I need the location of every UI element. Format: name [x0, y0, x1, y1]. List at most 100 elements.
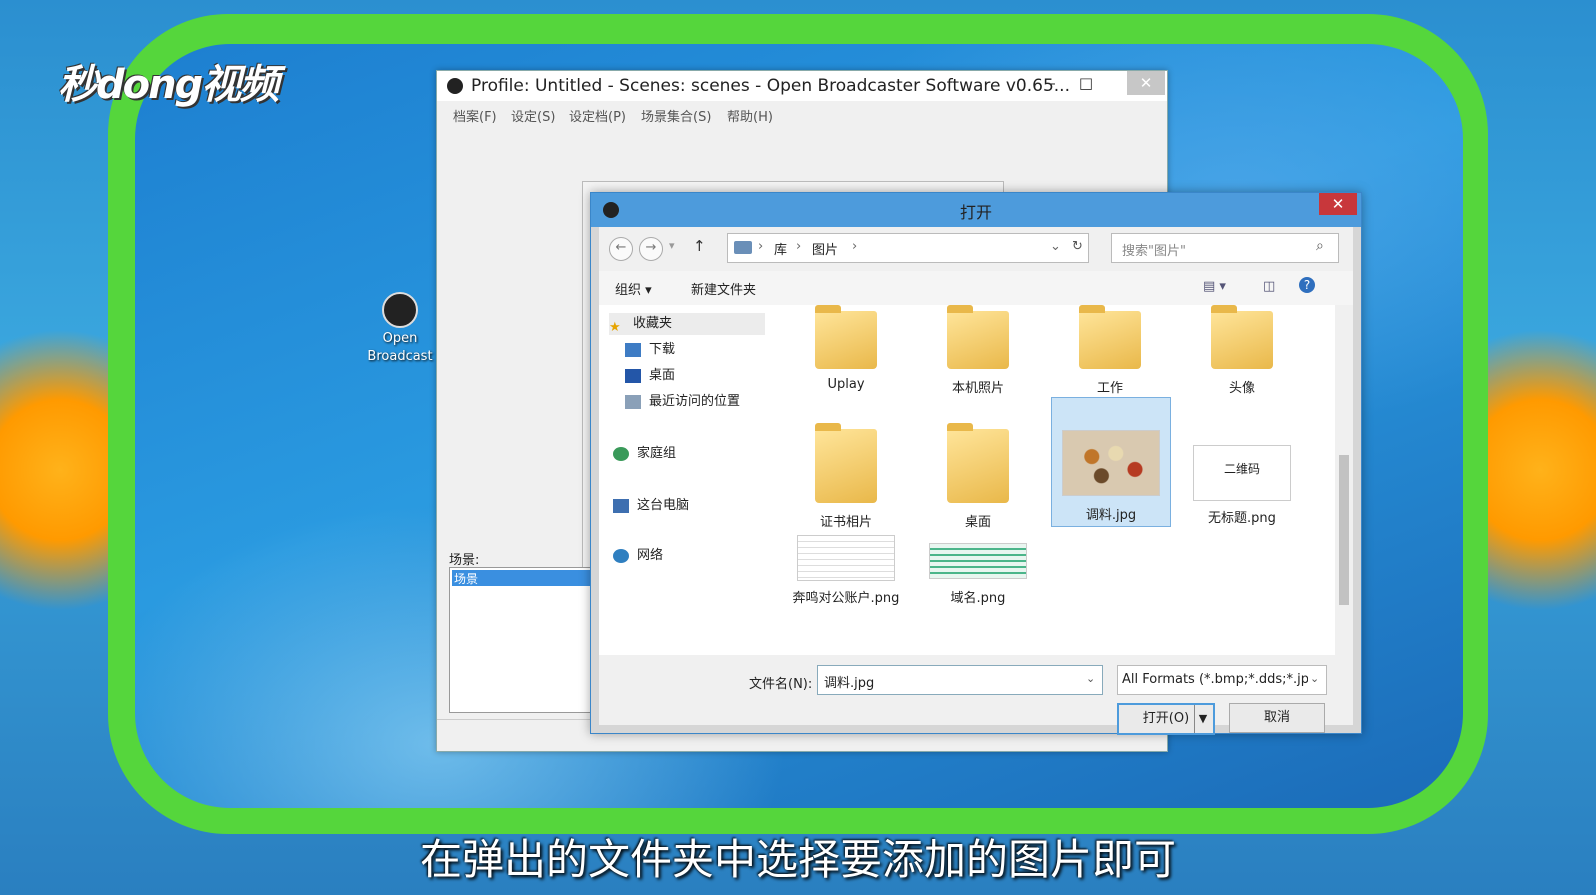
file-name: 头像	[1228, 381, 1255, 396]
menu-help[interactable]: 帮助(H)	[727, 106, 773, 125]
folder-icon	[1211, 305, 1273, 369]
scene-list[interactable]: 场景	[449, 567, 591, 713]
folder-icon	[815, 305, 877, 369]
file-item[interactable]: 二维码 无标题.png	[1183, 429, 1301, 526]
refresh-icon[interactable]: ↻	[1072, 239, 1083, 254]
file-item[interactable]: 奔鸣对公账户.png	[787, 535, 905, 606]
preview-pane-icon[interactable]: ◫	[1263, 279, 1275, 294]
nav-favorites-label: 收藏夹	[633, 316, 673, 331]
file-item[interactable]: 头像	[1183, 305, 1301, 396]
homegroup-icon	[613, 446, 629, 461]
recent-places-icon	[625, 394, 641, 409]
network-icon	[613, 548, 629, 563]
chevron-down-icon: ⌄	[1310, 672, 1320, 685]
nav-this-pc-label: 这台电脑	[637, 498, 690, 513]
nav-desktop-label: 桌面	[649, 368, 676, 383]
image-thumbnail	[797, 535, 895, 581]
nav-this-pc[interactable]: 这台电脑	[613, 495, 689, 517]
menu-file[interactable]: 档案(F)	[453, 106, 497, 125]
open-dropdown-icon[interactable]: ▼	[1194, 705, 1211, 733]
watermark-logo: 秒dong视频	[58, 62, 279, 108]
new-folder-button[interactable]: 新建文件夹	[691, 279, 756, 298]
nav-favorites[interactable]: ★ 收藏夹	[609, 313, 765, 335]
nav-recent[interactable]: 最近访问的位置	[625, 391, 740, 413]
nav-downloads-label: 下载	[649, 342, 676, 357]
file-item[interactable]: 工作	[1051, 305, 1169, 396]
search-box[interactable]: 搜索"图片" ⌕	[1111, 233, 1339, 263]
filename-value: 调料.jpg	[824, 676, 875, 691]
file-name: 工作	[1096, 381, 1123, 396]
search-placeholder: 搜索"图片"	[1122, 244, 1186, 259]
pictures-library-icon	[734, 241, 752, 254]
desktop-icon-label-1: Open	[382, 331, 418, 346]
cancel-button[interactable]: 取消	[1229, 703, 1325, 733]
minimize-icon[interactable]: –	[1037, 73, 1067, 95]
organize-button[interactable]: 组织 ▾	[615, 279, 652, 298]
obs-close-button[interactable]: ✕	[1127, 71, 1165, 95]
filename-label: 文件名(N):	[749, 677, 813, 692]
file-list-scrollbar[interactable]	[1335, 305, 1353, 655]
scene-list-item[interactable]: 场景	[452, 570, 590, 586]
dialog-close-button[interactable]: ✕	[1319, 193, 1357, 215]
menu-settings[interactable]: 设定(S)	[511, 106, 555, 125]
view-options-icon[interactable]: ▤ ▾	[1203, 279, 1226, 294]
desktop-icon-label-2: Broadcast	[367, 349, 433, 364]
desktop-icon-obs[interactable]: Open Broadcast	[365, 292, 435, 366]
help-icon[interactable]: ?	[1299, 277, 1315, 293]
open-button-label: 打开(O)	[1142, 711, 1190, 726]
file-item[interactable]: Uplay	[787, 305, 905, 392]
folder-icon	[947, 423, 1009, 503]
search-icon[interactable]: ⌕	[1316, 238, 1324, 254]
file-item[interactable]: 桌面	[919, 423, 1037, 530]
desktop-icon	[625, 368, 641, 383]
scene-label: 场景:	[449, 553, 480, 568]
file-name: 无标题.png	[1208, 511, 1276, 526]
dialog-toolbar: 组织 ▾ 新建文件夹 ▤ ▾ ◫ ?	[599, 271, 1353, 305]
folder-icon	[1079, 305, 1141, 369]
file-item-selected[interactable]: 调料.jpg	[1051, 397, 1171, 527]
star-icon: ★	[609, 319, 621, 335]
nav-downloads[interactable]: 下载	[625, 339, 675, 361]
nav-homegroup[interactable]: 家庭组	[613, 443, 676, 465]
up-icon[interactable]: ↑	[693, 237, 706, 255]
obs-logo-icon	[382, 292, 418, 328]
obs-window-title: Profile: Untitled - Scenes: scenes - Ope…	[471, 76, 1070, 96]
scrollbar-thumb[interactable]	[1339, 455, 1349, 605]
back-icon[interactable]: ←	[609, 237, 633, 261]
navigation-pane: ★ 收藏夹 下载 桌面 最近访问的位置 家庭组 这台电脑 网络	[599, 305, 775, 655]
forward-icon[interactable]: →	[639, 237, 663, 261]
image-thumbnail	[1062, 430, 1160, 496]
maximize-icon[interactable]: □	[1071, 73, 1101, 95]
file-name: Uplay	[827, 377, 865, 392]
obs-titlebar[interactable]: Profile: Untitled - Scenes: scenes - Ope…	[437, 71, 1167, 101]
chevron-down-icon[interactable]: ⌄	[1086, 672, 1095, 685]
nav-homegroup-label: 家庭组	[637, 446, 677, 461]
address-bar[interactable]: › 库 › 图片 › ⌄ ↻	[727, 233, 1089, 263]
dialog-titlebar[interactable]: 打开 ✕	[591, 193, 1361, 227]
folder-icon	[947, 305, 1009, 369]
open-file-dialog: 打开 ✕ ← → ▾ ↑ › 库 › 图片 › ⌄ ↻ 搜索"图片" ⌕ 组织 …	[590, 192, 1362, 735]
folder-icon	[815, 423, 877, 503]
computer-icon	[613, 498, 629, 513]
menu-profile[interactable]: 设定档(P)	[569, 106, 626, 125]
file-name: 调料.jpg	[1085, 508, 1137, 523]
breadcrumb-library[interactable]: 库	[774, 239, 787, 258]
file-item[interactable]: 证书相片	[787, 423, 905, 530]
nav-desktop[interactable]: 桌面	[625, 365, 675, 387]
open-button[interactable]: 打开(O) ▼	[1117, 703, 1215, 735]
file-item[interactable]: 域名.png	[919, 535, 1037, 606]
file-type-select[interactable]: All Formats (*.bmp;*.dds;*.jp ⌄	[1117, 665, 1327, 695]
breadcrumb-pictures[interactable]: 图片	[812, 239, 838, 258]
dialog-title: 打开	[959, 203, 992, 222]
dialog-body: ← → ▾ ↑ › 库 › 图片 › ⌄ ↻ 搜索"图片" ⌕ 组织 ▾ 新建文…	[599, 227, 1353, 735]
address-dropdown-icon[interactable]: ⌄	[1050, 239, 1061, 254]
nav-recent-label: 最近访问的位置	[649, 394, 741, 409]
recent-dropdown-icon[interactable]: ▾	[669, 239, 675, 252]
file-name: 奔鸣对公账户.png	[792, 591, 900, 606]
file-item[interactable]: 本机照片	[919, 305, 1037, 396]
nav-network[interactable]: 网络	[613, 545, 663, 567]
file-name: 本机照片	[951, 381, 1004, 396]
file-name: 桌面	[964, 515, 991, 530]
filename-input[interactable]: 调料.jpg ⌄	[817, 665, 1103, 695]
menu-scene-collection[interactable]: 场景集合(S)	[641, 106, 711, 125]
